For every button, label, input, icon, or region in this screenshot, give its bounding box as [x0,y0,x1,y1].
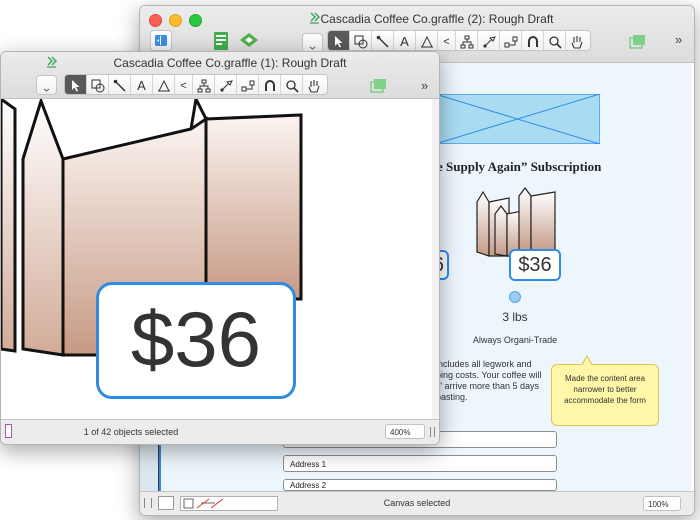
front-pen-tool[interactable] [153,75,175,94]
zoom-icon [285,79,299,93]
price-badge[interactable]: $36 [509,249,561,281]
zoomed-price-text: $36 [130,295,262,383]
stencil-button[interactable] [238,31,260,51]
back-toolbar-overflow[interactable]: » [675,32,682,47]
front-zoom-tool[interactable] [281,75,303,94]
weight-radio[interactable] [509,291,521,303]
shape-icon [354,35,367,48]
tagline-label: Always Organi-Trade [472,335,558,345]
connect-icon [504,36,517,47]
back-zoom-field[interactable]: 100% [643,496,681,511]
address1-field[interactable]: Address 1 [283,455,557,472]
back-pointer-tool[interactable] [328,31,350,50]
back-diagram-tool[interactable] [456,31,478,50]
front-page-icon[interactable] [5,424,12,438]
sidebar-toggle-icon [155,35,167,46]
hand-icon [571,35,583,49]
body-copy: includes all legwork and ping costs. You… [436,359,541,403]
body-line: includes all legwork and [436,359,532,369]
back-status-text: Canvas selected [383,498,451,508]
front-status-text: 1 of 42 objects selected [83,427,179,437]
back-canvas-layer-button[interactable] [627,32,649,50]
front-text-tool[interactable]: A [131,75,153,94]
pen-icon [157,79,170,91]
front-shape-tool[interactable] [87,75,109,94]
diagram-icon [197,79,210,92]
back-magnet-tool[interactable] [522,31,544,50]
front-window: Cascadia Coffee Co.graffle (1): Rough Dr… [0,51,440,445]
front-magnet-tool[interactable] [259,75,281,94]
line-icon [113,79,126,92]
back-connect-tool[interactable] [500,31,522,50]
weight-label: 3 lbs [502,310,528,324]
wireframe-header [435,94,600,144]
back-style-brush-tool[interactable] [478,31,500,50]
style-brush-icon [219,79,233,92]
connect-icon [241,80,254,91]
front-canvas-layer-button[interactable] [368,76,390,94]
subscription-heading: e Supply Again” Subscription [437,159,602,174]
hand-icon [308,79,320,93]
sidebar-toggle-button[interactable] [150,30,172,51]
sticky-note[interactable]: Made the content area narrower to better… [551,355,659,426]
body-line: r” arrive more than 5 days [436,381,540,391]
back-collapse-tools[interactable]: < [438,31,456,50]
body-line: ping costs. Your coffee will [436,370,542,380]
diagram-icon [460,35,473,48]
front-diagram-tool[interactable] [193,75,215,94]
pointer-icon [334,36,342,48]
front-hand-tool[interactable] [303,75,325,94]
front-statusbar: 1 of 42 objects selected 400% [1,419,439,444]
back-zoom-tool[interactable] [544,31,566,50]
inspector-button[interactable] [210,30,232,52]
pen-icon [420,35,433,47]
address2-field[interactable]: Address 2 [283,479,557,491]
front-zoom-field[interactable]: 400% [385,424,425,439]
back-window-title: Cascadia Coffee Co.graffle (2): Rough Dr… [320,12,554,26]
front-vertical-scrollbar[interactable] [432,99,439,419]
magnet-icon [527,35,538,47]
body-line: oasting. [436,392,468,402]
style-brush-icon [482,35,496,48]
price-text: $36 [518,254,552,276]
chevron-down-icon [43,88,50,92]
front-connect-tool[interactable] [237,75,259,94]
split-handle-icon[interactable] [430,427,435,437]
style-popup-button[interactable] [302,33,323,53]
pointer-icon [71,80,79,92]
zoomed-price-badge[interactable]: $36 [96,282,296,399]
back-line-tool[interactable] [372,31,394,50]
back-tool-palette: A < [327,30,591,51]
canvas-layer-icon [370,79,386,93]
front-line-tool[interactable] [109,75,131,94]
front-pointer-tool[interactable] [65,75,87,94]
line-icon [376,35,389,48]
front-canvas[interactable]: $36 [1,99,439,419]
zoom-icon [548,35,562,49]
inspector-icon [214,32,228,50]
front-tool-palette: A < [64,74,328,95]
back-shape-tool[interactable] [350,31,372,50]
coffee-bags-small [476,187,556,257]
stencil-icon [240,33,258,47]
chevron-down-icon [309,46,316,50]
back-text-tool[interactable]: A [394,31,416,50]
front-style-brush-tool[interactable] [215,75,237,94]
back-statusbar: Canvas selected 100% [140,491,694,515]
back-hand-tool[interactable] [566,31,588,50]
canvas-layer-icon [629,35,645,49]
magnet-icon [264,79,275,91]
shape-icon [91,79,104,92]
front-collapse-tools[interactable]: < [175,75,193,94]
front-style-popup-button[interactable] [36,75,57,95]
front-toolbar-overflow[interactable]: » [421,78,428,93]
back-pen-tool[interactable] [416,31,438,50]
front-titlebar: Cascadia Coffee Co.graffle (1): Rough Dr… [1,52,439,99]
front-window-title: Cascadia Coffee Co.graffle (1): Rough Dr… [113,56,347,70]
